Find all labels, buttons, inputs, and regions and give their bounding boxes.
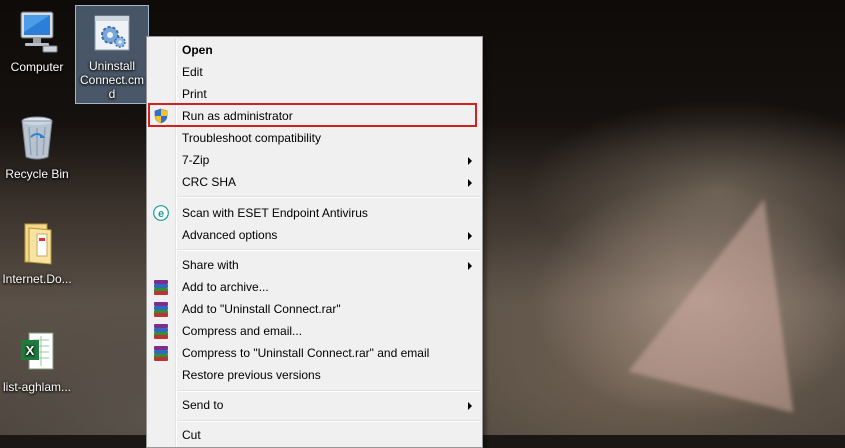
- menu-item-send-to[interactable]: Send to: [149, 394, 480, 416]
- winrar-icon: [153, 345, 169, 361]
- menu-item-compress-and-email[interactable]: Compress and email...: [149, 320, 480, 342]
- menu-item-open[interactable]: Open: [149, 39, 480, 61]
- submenu-arrow-icon: [468, 402, 472, 410]
- menu-item-cut[interactable]: Cut: [149, 424, 480, 446]
- desktop-icon-label: Internet.Do...: [2, 272, 72, 286]
- folder-icon: [2, 220, 72, 269]
- menu-separator: [177, 420, 480, 422]
- submenu-arrow-icon: [468, 179, 472, 187]
- menu-item-label: Print: [182, 87, 207, 101]
- svg-text:e: e: [158, 208, 164, 220]
- menu-separator: [177, 249, 480, 251]
- menu-item-label: Cut: [182, 428, 201, 442]
- submenu-arrow-icon: [468, 157, 472, 165]
- excel-icon: X: [2, 330, 72, 377]
- menu-item-crc-sha[interactable]: CRC SHA: [149, 171, 480, 193]
- menu-item-label: Compress and email...: [182, 324, 303, 338]
- menu-item-compress-to-rar-and-email[interactable]: Compress to "Uninstall Connect.rar" and …: [149, 342, 480, 364]
- winrar-icon: [153, 279, 169, 295]
- desktop-icon-label: Recycle Bin: [5, 167, 69, 181]
- menu-item-7-zip[interactable]: 7-Zip: [149, 149, 480, 171]
- menu-item-label: Restore previous versions: [182, 368, 321, 382]
- desktop-icon-label: list-aghlam...: [2, 380, 72, 394]
- desktop-icon-label-line-2: Connect.cm: [79, 73, 145, 87]
- menu-separator: [177, 390, 480, 392]
- desktop-icon-label-line-3: d: [108, 87, 116, 101]
- desktop-icon-label: Computer: [10, 60, 64, 74]
- context-menu: Open Edit Print Run as administrator Tro…: [146, 36, 483, 448]
- menu-item-share-with[interactable]: Share with: [149, 254, 480, 276]
- menu-item-label: Add to "Uninstall Connect.rar": [182, 302, 341, 316]
- desktop-icon-uninstall-connect[interactable]: Uninstall Connect.cm d: [75, 5, 149, 104]
- computer-icon: [2, 10, 72, 57]
- submenu-arrow-icon: [468, 232, 472, 240]
- submenu-arrow-icon: [468, 262, 472, 270]
- menu-separator: [177, 196, 480, 198]
- desktop-icon-list-aghlam[interactable]: X list-aghlam...: [2, 330, 72, 394]
- menu-item-label: Edit: [182, 65, 203, 79]
- run-as-admin-highlight-box: [148, 103, 477, 127]
- menu-item-label: Share with: [182, 258, 239, 272]
- desktop-icon-internet-download[interactable]: Internet.Do...: [2, 220, 72, 286]
- menu-item-label: Scan with ESET Endpoint Antivirus: [182, 206, 368, 220]
- menu-item-label: Open: [182, 43, 213, 57]
- desktop-icon-computer[interactable]: Computer: [2, 10, 72, 74]
- menu-item-label: Troubleshoot compatibility: [182, 131, 321, 145]
- menu-item-advanced-options[interactable]: Advanced options: [149, 224, 480, 246]
- winrar-icon: [153, 301, 169, 317]
- menu-item-add-to-rar[interactable]: Add to "Uninstall Connect.rar": [149, 298, 480, 320]
- cmd-gear-icon: [76, 13, 148, 56]
- menu-item-label: 7-Zip: [182, 153, 210, 167]
- recycle-bin-icon: [2, 115, 72, 164]
- menu-item-edit[interactable]: Edit: [149, 61, 480, 83]
- menu-item-troubleshoot-compatibility[interactable]: Troubleshoot compatibility: [149, 127, 480, 149]
- desktop-icon-recycle-bin[interactable]: Recycle Bin: [2, 115, 72, 181]
- menu-item-add-to-archive[interactable]: Add to archive...: [149, 276, 480, 298]
- menu-item-label: Compress to "Uninstall Connect.rar" and …: [182, 346, 430, 360]
- menu-item-scan-eset[interactable]: e Scan with ESET Endpoint Antivirus: [149, 202, 480, 224]
- eset-icon: e: [153, 205, 169, 221]
- menu-item-print[interactable]: Print: [149, 83, 480, 105]
- desktop-icon-label-line-1: Uninstall: [88, 59, 136, 73]
- winrar-icon: [153, 323, 169, 339]
- menu-item-label: Send to: [182, 398, 224, 412]
- svg-text:X: X: [26, 343, 35, 358]
- menu-item-label: CRC SHA: [182, 175, 237, 189]
- menu-item-label: Advanced options: [182, 228, 278, 242]
- cat-ear-shape: [628, 177, 842, 413]
- menu-item-label: Add to archive...: [182, 280, 269, 294]
- menu-item-restore-previous-versions[interactable]: Restore previous versions: [149, 364, 480, 386]
